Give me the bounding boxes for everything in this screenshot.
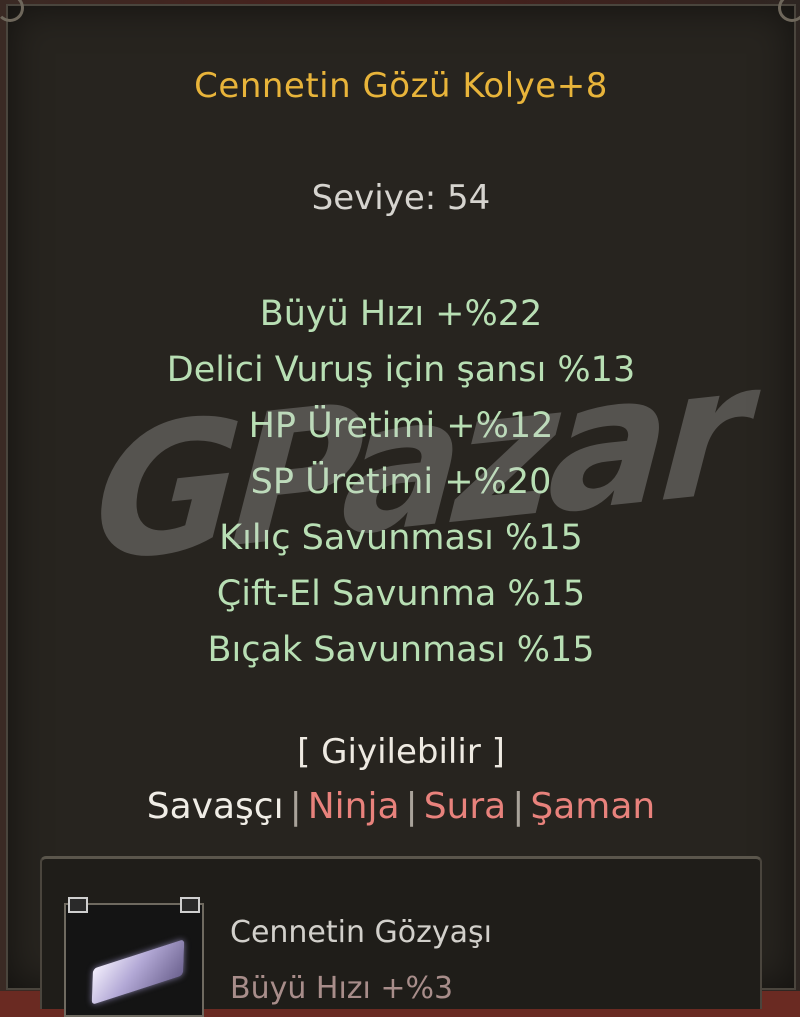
class-savasci: Savaşçı bbox=[146, 786, 284, 827]
attached-item-panel: Cennetin Gözyaşı Büyü Hızı +%3 bbox=[40, 856, 762, 1017]
class-separator: | bbox=[289, 786, 302, 827]
stat-line: HP Üretimi +%12 bbox=[248, 406, 554, 446]
class-ninja: Ninja bbox=[307, 786, 400, 827]
attached-item-name: Cennetin Gözyaşı bbox=[230, 915, 492, 950]
stat-line: Delici Vuruş için şansı %13 bbox=[166, 350, 636, 390]
gem-icon bbox=[91, 939, 185, 1005]
slot-corner-icon bbox=[180, 897, 200, 913]
wearable-label: [ Giyilebilir ] bbox=[297, 732, 505, 772]
stat-line: Çift-El Savunma %15 bbox=[216, 574, 586, 614]
item-tooltip: Cennetin Gözü Kolye+8 Seviye: 54 Büyü Hı… bbox=[0, 0, 800, 1017]
class-separator: | bbox=[512, 786, 525, 827]
corner-ornament-right bbox=[778, 0, 800, 22]
class-list: Savaşçı | Ninja | Sura | Şaman bbox=[8, 786, 794, 827]
class-saman: Şaman bbox=[530, 786, 656, 827]
class-separator: | bbox=[405, 786, 418, 827]
stat-line: SP Üretimi +%20 bbox=[250, 462, 552, 502]
stat-line: Kılıç Savunması %15 bbox=[219, 518, 583, 558]
attached-item-stat: Büyü Hızı +%3 bbox=[230, 971, 454, 1006]
item-name: Cennetin Gözü Kolye+8 bbox=[194, 66, 608, 106]
item-level: Seviye: 54 bbox=[311, 178, 491, 218]
item-slot[interactable] bbox=[64, 897, 204, 1017]
corner-ornament-left bbox=[0, 0, 24, 22]
class-sura: Sura bbox=[423, 786, 507, 827]
stat-list: Büyü Hızı +%22 Delici Vuruş için şansı %… bbox=[8, 286, 794, 678]
stat-line: Büyü Hızı +%22 bbox=[259, 294, 543, 334]
stat-line: Bıçak Savunması %15 bbox=[207, 630, 595, 670]
slot-corner-icon bbox=[68, 897, 88, 913]
